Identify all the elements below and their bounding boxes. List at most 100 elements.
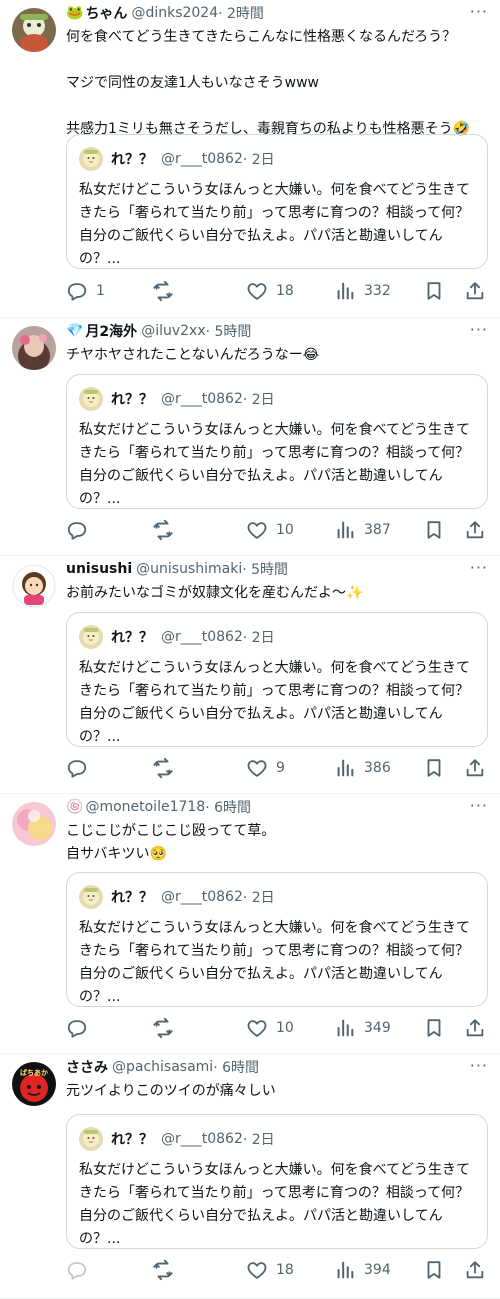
views-button[interactable]: 349	[334, 1016, 391, 1040]
quoted-text: 私女だけどこういう女ほんっと大嫌い。何を食べてどう生きてきたら「奢られて当たり前…	[79, 182, 471, 267]
views-icon	[334, 1017, 356, 1039]
bookmark-button[interactable]	[423, 1258, 445, 1282]
share-button[interactable]	[464, 279, 486, 303]
user-handle[interactable]: @pachisasami	[112, 1059, 213, 1075]
timestamp[interactable]: · 5時間	[206, 321, 252, 341]
more-icon[interactable]: ···	[468, 4, 488, 20]
quoted-tweet[interactable]: れ？？ @r___t0862 · 2日 私女だけどこういう女ほんっと大嫌い。何を食べて…	[66, 872, 488, 1007]
action-bar: 10 349	[66, 1016, 488, 1040]
user-handle[interactable]: @dinks2024	[131, 5, 218, 21]
views-button[interactable]: 394	[334, 1258, 391, 1282]
quoted-tweet[interactable]: れ？？ @r___t0862 · 2日 私女だけどこういう女ほんっと大嫌い。何を食べて…	[66, 374, 488, 509]
likes-count: 18	[276, 1262, 294, 1278]
share-button[interactable]	[464, 518, 486, 542]
share-button[interactable]	[464, 1258, 486, 1282]
quoted-display-name: れ？？	[111, 152, 153, 168]
more-icon[interactable]: ···	[468, 1058, 488, 1074]
bookmark-icon	[423, 519, 445, 541]
likes-count: 10	[276, 522, 294, 538]
timestamp[interactable]: · 6時間	[213, 1057, 259, 1077]
retweet-icon	[152, 757, 174, 779]
tweet-body: ささみ @pachisasami · 6時間 ··· 元ツイよりこのツイのが痛々しい	[66, 1054, 488, 1100]
avatar[interactable]	[12, 802, 56, 846]
tweet-body: 🍥 @monetoile1718 · 6時間 ··· こじこじがこじこじ殴ってて草。 自…	[66, 794, 488, 863]
views-button[interactable]: 332	[334, 279, 391, 303]
display-name[interactable]: 月2海外	[85, 321, 137, 341]
timestamp[interactable]: · 2時間	[218, 3, 264, 23]
display-name[interactable]: ささみ	[66, 1057, 108, 1077]
reply-icon	[66, 280, 88, 302]
likes-count: 9	[276, 760, 285, 776]
quoted-text: 私女だけどこういう女ほんっと大嫌い。何を食べてどう生きてきたら「奢られて当たり前…	[79, 920, 471, 1005]
likes-count: 10	[276, 1020, 294, 1036]
timestamp[interactable]: · 6時間	[205, 797, 251, 817]
reply-button[interactable]	[66, 756, 88, 780]
quoted-tweet[interactable]: れ？？ @r___t0862 · 2日 私女だけどこういう女ほんっと大嫌い。何を食べて…	[66, 1114, 488, 1249]
tweet-header: unisushi @unisushimaki · 5時間	[66, 556, 488, 582]
bookmark-button[interactable]	[423, 518, 445, 542]
quoted-tweet-header: れ？？ @r___t0862 · 2日	[79, 1127, 275, 1151]
timeline: 🐸 ちゃん @dinks2024 · 2時間 ··· 何を食べてどう生きてきたらこんなに性…	[0, 0, 500, 1299]
quoted-text: 私女だけどこういう女ほんっと大嫌い。何を食べてどう生きてきたら「奢られて当たり前…	[79, 660, 471, 745]
quoted-handle: @r___t0862	[161, 151, 243, 167]
like-icon	[246, 519, 268, 541]
quoted-tweet-header: れ？？ @r___t0862 · 2日	[79, 625, 275, 649]
avatar[interactable]	[12, 326, 56, 370]
tweet-body: unisushi @unisushimaki · 5時間 ··· お前みたいなゴミが奴隷…	[66, 556, 488, 602]
user-handle[interactable]: @monetoile1718	[85, 799, 205, 815]
quoted-tweet[interactable]: れ？？ @r___t0862 · 2日私女だけどこういう女ほんっと大嫌い。何を食べて…	[66, 612, 488, 747]
more-icon[interactable]: ···	[468, 560, 488, 576]
bookmark-button[interactable]	[423, 756, 445, 780]
tweet-header: 🐸 ちゃん @dinks2024 · 2時間	[66, 0, 488, 26]
like-icon	[246, 757, 268, 779]
quoted-timestamp: · 2日	[242, 1132, 275, 1148]
retweet-button[interactable]	[152, 279, 174, 303]
like-button[interactable]: 18	[246, 1258, 294, 1282]
quoted-tweet-header: れ？？ @r___t0862 · 2日	[79, 147, 275, 171]
display-name[interactable]: ちゃん	[85, 3, 127, 23]
bookmark-button[interactable]	[423, 279, 445, 303]
views-button[interactable]: 387	[334, 518, 391, 542]
quoted-display-name: れ？？	[111, 630, 153, 646]
avatar[interactable]	[12, 564, 56, 608]
quoted-display-name: れ？？	[111, 890, 153, 906]
reply-button[interactable]: 1	[66, 279, 105, 303]
share-button[interactable]	[464, 756, 486, 780]
views-button[interactable]: 386	[334, 756, 391, 780]
retweet-icon	[152, 1259, 174, 1281]
retweet-button[interactable]	[152, 518, 174, 542]
avatar[interactable]	[12, 8, 56, 52]
tweet-text: チヤホヤされたことないんだろうなー😂	[66, 347, 320, 363]
more-icon[interactable]: ···	[468, 322, 488, 338]
user-handle[interactable]: @unisushimaki	[136, 561, 242, 577]
reply-button[interactable]	[66, 518, 88, 542]
quoted-handle: @r___t0862	[161, 889, 243, 905]
bookmark-button[interactable]	[423, 1016, 445, 1040]
share-button[interactable]	[464, 1016, 486, 1040]
name-emoji: 🍥	[66, 799, 84, 815]
timestamp[interactable]: · 5時間	[242, 559, 288, 579]
more-icon[interactable]: ···	[468, 798, 488, 814]
retweet-button[interactable]	[152, 1258, 174, 1282]
like-button[interactable]: 9	[246, 756, 285, 780]
retweet-button[interactable]	[152, 1016, 174, 1040]
tweet-text: 何を食べてどう生きてきたらこんなに性格悪くなるんだろう？ マジで同性の友達1人も…	[66, 29, 471, 137]
like-button[interactable]: 18	[246, 279, 294, 303]
views-icon	[334, 519, 356, 541]
share-icon	[464, 519, 486, 541]
avatar[interactable]: ぱちあか	[12, 1062, 56, 1106]
like-icon	[246, 1017, 268, 1039]
views-icon	[334, 1259, 356, 1281]
reply-button[interactable]	[66, 1016, 88, 1040]
display-name[interactable]: unisushi	[66, 561, 132, 577]
like-button[interactable]: 10	[246, 1016, 294, 1040]
quoted-tweet[interactable]: れ？？ @r___t0862 · 2日 私女だけどこういう女ほんっと大嫌い。何を食べて…	[66, 134, 488, 269]
bookmark-icon	[423, 1259, 445, 1281]
reply-icon	[66, 1017, 88, 1039]
quoted-avatar	[79, 885, 103, 909]
reply-button[interactable]	[66, 1258, 88, 1282]
like-button[interactable]: 10	[246, 518, 294, 542]
user-handle[interactable]: @iluv2xx	[141, 323, 205, 339]
retweet-button[interactable]	[152, 756, 174, 780]
tweet-header: 🍥 @monetoile1718 · 6時間	[66, 794, 488, 820]
